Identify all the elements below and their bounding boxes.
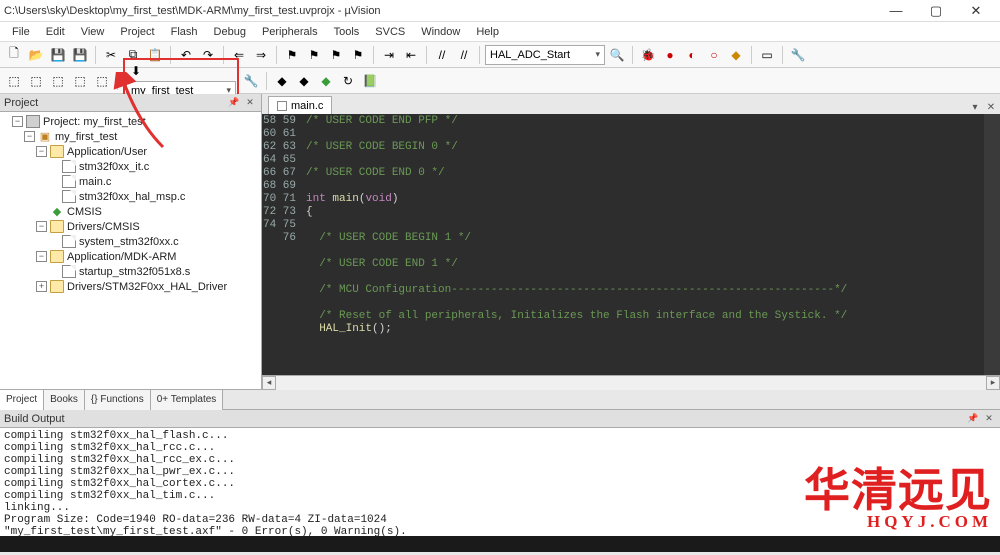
nav-fwd-icon[interactable]: ⇒ xyxy=(251,45,271,65)
menu-edit[interactable]: Edit xyxy=(38,24,73,40)
editor-tabs: main.c ▾ ✕ xyxy=(262,94,1000,114)
line-gutter: 58 59 60 61 62 63 64 65 66 67 68 69 70 7… xyxy=(262,114,302,375)
build-icon[interactable]: ⬚ xyxy=(26,71,46,91)
scrollbar-vertical[interactable] xyxy=(984,114,1000,375)
menu-flash[interactable]: Flash xyxy=(163,24,206,40)
menu-peripherals[interactable]: Peripherals xyxy=(254,24,326,40)
books-icon[interactable]: 📗 xyxy=(360,71,380,91)
tree-group-app-mdk[interactable]: −Application/MDK-ARM xyxy=(0,249,261,264)
scroll-right-icon[interactable]: ▸ xyxy=(986,376,1000,390)
watermark-text: 华清远见 xyxy=(804,467,992,513)
select-packs-icon[interactable]: ◆ xyxy=(294,71,314,91)
menu-window[interactable]: Window xyxy=(413,24,468,40)
tab-templates[interactable]: 0+ Templates xyxy=(151,390,224,410)
menu-svcs[interactable]: SVCS xyxy=(367,24,413,40)
tree-file[interactable]: main.c xyxy=(0,174,261,189)
editor-tab-main[interactable]: main.c xyxy=(268,96,332,114)
editor-panel: main.c ▾ ✕ 58 59 60 61 62 63 64 65 66 67… xyxy=(262,94,1000,389)
comment-icon[interactable]: // xyxy=(432,45,452,65)
panel-pin-icon[interactable]: 📌 xyxy=(966,412,980,426)
tree-file[interactable]: stm32f0xx_hal_msp.c xyxy=(0,189,261,204)
scroll-left-icon[interactable]: ◂ xyxy=(262,376,276,390)
scrollbar-horizontal[interactable]: ◂ ▸ xyxy=(262,375,1000,389)
bookmark-prev-icon[interactable]: ⚑ xyxy=(304,45,324,65)
tree-group-hal-driver[interactable]: +Drivers/STM32F0xx_HAL_Driver xyxy=(0,279,261,294)
stop-build-icon[interactable]: ⬚ xyxy=(92,71,112,91)
uncomment-icon[interactable]: // xyxy=(454,45,474,65)
tab-books[interactable]: Books xyxy=(44,390,85,410)
file-icon xyxy=(277,101,287,111)
project-bottom-tabs: Project Books {} Functions 0+ Templates xyxy=(0,389,1000,409)
pack-installer-icon[interactable]: ◆ xyxy=(316,71,336,91)
panel-close-icon[interactable]: ✕ xyxy=(982,412,996,426)
menu-project[interactable]: Project xyxy=(112,24,162,40)
tree-group-app-user[interactable]: −Application/User xyxy=(0,144,261,159)
code-body[interactable]: /* USER CODE END PFP */ /* USER CODE BEG… xyxy=(302,114,984,375)
menu-help[interactable]: Help xyxy=(468,24,507,40)
project-panel-header: Project 📌 ✕ xyxy=(0,94,261,112)
editor-close-icon[interactable]: ✕ xyxy=(984,100,998,114)
find-icon[interactable]: 🔍 xyxy=(607,45,627,65)
build-panel-header: Build Output 📌 ✕ xyxy=(0,410,1000,428)
window-icon[interactable]: ▭ xyxy=(757,45,777,65)
tree-group-cmsis[interactable]: CMSIS xyxy=(0,204,261,219)
panel-pin-icon[interactable]: 📌 xyxy=(227,96,241,110)
tree-file[interactable]: startup_stm32f051x8.s xyxy=(0,264,261,279)
tab-project[interactable]: Project xyxy=(0,390,44,410)
maximize-button[interactable]: ▢ xyxy=(916,0,956,22)
refresh-icon[interactable]: ↻ xyxy=(338,71,358,91)
build-panel-title: Build Output xyxy=(4,413,65,425)
menu-debug[interactable]: Debug xyxy=(206,24,254,40)
batch-build-icon[interactable]: ⬚ xyxy=(70,71,90,91)
panel-close-icon[interactable]: ✕ xyxy=(243,96,257,110)
tree-file[interactable]: stm32f0xx_it.c xyxy=(0,159,261,174)
close-button[interactable]: ✕ xyxy=(956,0,996,22)
tab-functions[interactable]: {} Functions xyxy=(85,390,151,410)
indent-icon[interactable]: ⇥ xyxy=(379,45,399,65)
options-icon[interactable]: 🔧 xyxy=(241,71,261,91)
download-icon[interactable]: ⬇ xyxy=(126,61,146,81)
editor-menu-icon[interactable]: ▾ xyxy=(968,100,982,114)
tree-file[interactable]: system_stm32f0xx.c xyxy=(0,234,261,249)
tree-root[interactable]: −Project: my_first_test xyxy=(0,114,261,129)
config-icon[interactable]: 🔧 xyxy=(788,45,808,65)
tree-target[interactable]: −my_first_test xyxy=(0,129,261,144)
window-title: C:\Users\sky\Desktop\my_first_test\MDK-A… xyxy=(4,5,876,17)
menu-tools[interactable]: Tools xyxy=(326,24,368,40)
manage-rte-icon[interactable]: ◆ xyxy=(272,71,292,91)
watermark: 华清远见 HQYJ.COM xyxy=(804,467,992,530)
outdent-icon[interactable]: ⇤ xyxy=(401,45,421,65)
cut-icon[interactable]: ✂ xyxy=(101,45,121,65)
title-bar: C:\Users\sky\Desktop\my_first_test\MDK-A… xyxy=(0,0,1000,22)
bookmark-clear-icon[interactable]: ⚑ xyxy=(348,45,368,65)
menu-view[interactable]: View xyxy=(73,24,113,40)
new-icon[interactable]: 🗋 xyxy=(4,45,24,65)
breakpoint-insert-icon[interactable]: ● xyxy=(660,45,680,65)
breakpoint-disable-icon[interactable]: ○ xyxy=(704,45,724,65)
open-icon[interactable]: 📂 xyxy=(26,45,46,65)
translate-icon[interactable]: ⬚ xyxy=(4,71,24,91)
bookmark-next-icon[interactable]: ⚑ xyxy=(326,45,346,65)
save-icon[interactable]: 💾 xyxy=(48,45,68,65)
bookmark-icon[interactable]: ⚑ xyxy=(282,45,302,65)
project-panel: Project 📌 ✕ −Project: my_first_test −my_… xyxy=(0,94,262,389)
debug-icon[interactable]: 🐞 xyxy=(638,45,658,65)
menu-bar: File Edit View Project Flash Debug Perip… xyxy=(0,22,1000,42)
taskbar xyxy=(0,536,1000,552)
breakpoint-enable-icon[interactable]: ◐ xyxy=(682,45,702,65)
find-combo[interactable]: HAL_ADC_Start xyxy=(485,45,605,65)
project-panel-title: Project xyxy=(4,97,38,109)
code-editor[interactable]: 58 59 60 61 62 63 64 65 66 67 68 69 70 7… xyxy=(262,114,1000,375)
tree-group-drivers-cmsis[interactable]: −Drivers/CMSIS xyxy=(0,219,261,234)
menu-file[interactable]: File xyxy=(4,24,38,40)
breakpoint-kill-icon[interactable]: ◆ xyxy=(726,45,746,65)
minimize-button[interactable]: — xyxy=(876,0,916,22)
toolbar-build: ⬚ ⬚ ⬚ ⬚ ⬚ ⬇ my_first_test 🔧 ◆ ◆ ◆ ↻ 📗 xyxy=(0,68,1000,94)
project-tree[interactable]: −Project: my_first_test −my_first_test −… xyxy=(0,112,261,389)
rebuild-icon[interactable]: ⬚ xyxy=(48,71,68,91)
save-all-icon[interactable]: 💾 xyxy=(70,45,90,65)
